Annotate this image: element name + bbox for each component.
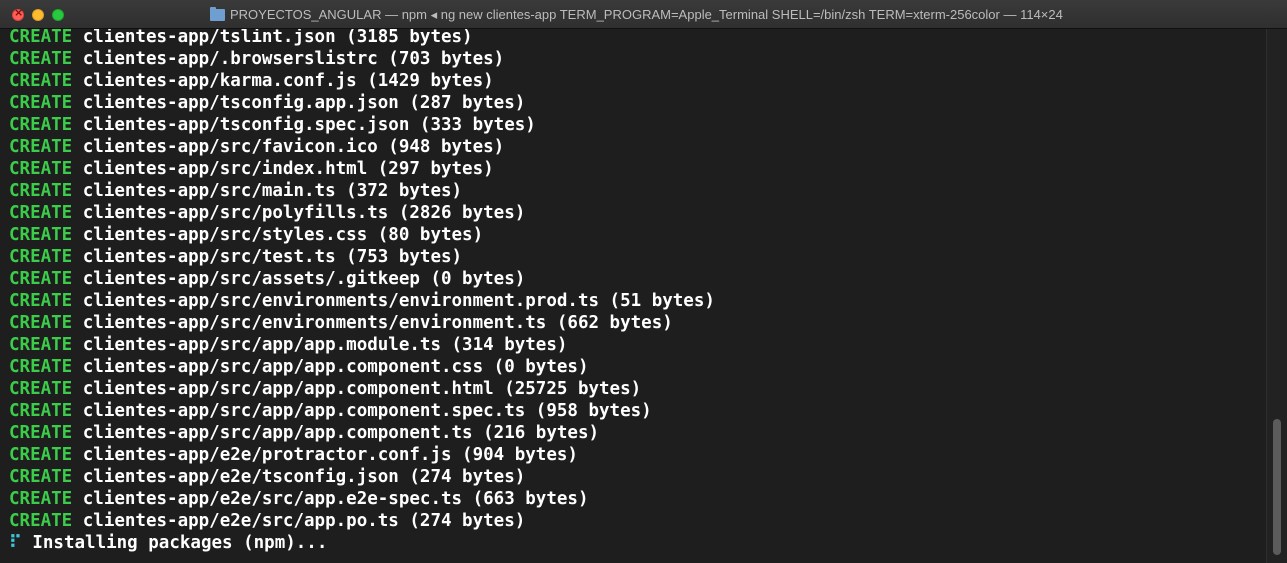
create-keyword: CREATE	[9, 291, 73, 311]
create-keyword: CREATE	[9, 467, 73, 487]
window-title: PROYECTOS_ANGULAR — npm ◂ ng new cliente…	[230, 7, 1063, 22]
terminal-line: CREATE clientes-app/src/assets/.gitkeep …	[9, 269, 525, 291]
window-title-group: PROYECTOS_ANGULAR — npm ◂ ng new cliente…	[210, 6, 1063, 24]
create-keyword: CREATE	[9, 29, 73, 47]
terminal-line: CREATE clientes-app/e2e/tsconfig.json (2…	[9, 467, 525, 489]
file-path-text: clientes-app/src/index.html (297 bytes)	[72, 159, 494, 179]
terminal-line: CREATE clientes-app/src/environments/env…	[9, 291, 715, 313]
file-path-text: clientes-app/e2e/src/app.e2e-spec.ts (66…	[72, 489, 589, 509]
close-window-button[interactable]	[12, 6, 24, 21]
file-path-text: clientes-app/tsconfig.app.json (287 byte…	[72, 93, 526, 113]
file-path-text: clientes-app/src/test.ts (753 bytes)	[72, 247, 463, 267]
create-keyword: CREATE	[9, 71, 73, 91]
scrollbar-thumb[interactable]	[1273, 419, 1281, 555]
create-keyword: CREATE	[9, 445, 73, 465]
terminal-line: CREATE clientes-app/src/polyfills.ts (28…	[9, 203, 525, 225]
create-keyword: CREATE	[9, 511, 73, 531]
terminal-line: CREATE clientes-app/tslint.json (3185 by…	[9, 29, 473, 49]
file-path-text: clientes-app/src/polyfills.ts (2826 byte…	[72, 203, 526, 223]
terminal-line: CREATE clientes-app/src/environments/env…	[9, 313, 673, 335]
create-keyword: CREATE	[9, 335, 73, 355]
file-path-text: clientes-app/src/styles.css (80 bytes)	[72, 225, 484, 245]
file-path-text: clientes-app/.browserslistrc (703 bytes)	[72, 49, 505, 69]
file-path-text: clientes-app/src/app/app.module.ts (314 …	[72, 335, 568, 355]
terminal-line: CREATE clientes-app/src/main.ts (372 byt…	[9, 181, 462, 203]
create-keyword: CREATE	[9, 423, 73, 443]
terminal-output[interactable]: CREATE clientes-app/tslint.json (3185 by…	[0, 29, 1266, 563]
create-keyword: CREATE	[9, 379, 73, 399]
install-status-line: ⠏ Installing packages (npm)...	[9, 533, 327, 555]
terminal-line: CREATE clientes-app/tsconfig.app.json (2…	[9, 93, 525, 115]
terminal-line: CREATE clientes-app/karma.conf.js (1429 …	[9, 71, 494, 93]
file-path-text: clientes-app/src/environments/environmen…	[72, 291, 715, 311]
vertical-scrollbar[interactable]	[1266, 29, 1287, 563]
terminal-line: CREATE clientes-app/src/index.html (297 …	[9, 159, 494, 181]
terminal-line: CREATE clientes-app/.browserslistrc (703…	[9, 49, 504, 71]
create-keyword: CREATE	[9, 93, 73, 113]
terminal-line: CREATE clientes-app/src/app/app.componen…	[9, 423, 599, 445]
create-keyword: CREATE	[9, 115, 73, 135]
create-keyword: CREATE	[9, 269, 73, 289]
create-keyword: CREATE	[9, 49, 73, 69]
create-keyword: CREATE	[9, 225, 73, 245]
file-path-text: clientes-app/tsconfig.spec.json (333 byt…	[72, 115, 536, 135]
terminal-line: CREATE clientes-app/e2e/protractor.conf.…	[9, 445, 578, 467]
create-keyword: CREATE	[9, 203, 73, 223]
file-path-text: clientes-app/src/environments/environmen…	[72, 313, 673, 333]
terminal-line: CREATE clientes-app/e2e/src/app.po.ts (2…	[9, 511, 525, 533]
terminal-line: CREATE clientes-app/src/app/app.module.t…	[9, 335, 567, 357]
maximize-window-button[interactable]	[52, 9, 64, 21]
create-keyword: CREATE	[9, 137, 73, 157]
file-path-text: clientes-app/src/assets/.gitkeep (0 byte…	[72, 269, 526, 289]
terminal-line: CREATE clientes-app/src/app/app.componen…	[9, 357, 588, 379]
spinner-icon: ⠏	[9, 533, 22, 553]
terminal-line: CREATE clientes-app/src/app/app.componen…	[9, 401, 652, 423]
title-bar[interactable]: PROYECTOS_ANGULAR — npm ◂ ng new cliente…	[0, 0, 1287, 29]
create-keyword: CREATE	[9, 489, 73, 509]
file-path-text: clientes-app/e2e/tsconfig.json (274 byte…	[72, 467, 526, 487]
create-keyword: CREATE	[9, 159, 73, 179]
file-path-text: clientes-app/src/app/app.component.spec.…	[72, 401, 652, 421]
create-keyword: CREATE	[9, 247, 73, 267]
create-keyword: CREATE	[9, 357, 73, 377]
folder-icon	[210, 7, 225, 21]
file-path-text: clientes-app/src/favicon.ico (948 bytes)	[72, 137, 505, 157]
file-path-text: clientes-app/e2e/src/app.po.ts (274 byte…	[72, 511, 526, 531]
file-path-text: clientes-app/tslint.json (3185 bytes)	[72, 29, 473, 47]
create-keyword: CREATE	[9, 181, 73, 201]
terminal-line: CREATE clientes-app/tsconfig.spec.json (…	[9, 115, 536, 137]
file-path-text: clientes-app/src/app/app.component.css (…	[72, 357, 589, 377]
terminal-line: CREATE clientes-app/src/app/app.componen…	[9, 379, 641, 401]
terminal-line: CREATE clientes-app/src/test.ts (753 byt…	[9, 247, 462, 269]
file-path-text: clientes-app/src/app/app.component.ts (2…	[72, 423, 600, 443]
file-path-text: clientes-app/karma.conf.js (1429 bytes)	[72, 71, 494, 91]
file-path-text: clientes-app/src/app/app.component.html …	[72, 379, 642, 399]
file-path-text: clientes-app/e2e/protractor.conf.js (904…	[72, 445, 578, 465]
create-keyword: CREATE	[9, 401, 73, 421]
install-status-text: Installing packages (npm)...	[21, 533, 328, 553]
terminal-line: CREATE clientes-app/e2e/src/app.e2e-spec…	[9, 489, 588, 511]
minimize-window-button[interactable]	[32, 9, 44, 21]
terminal-line: CREATE clientes-app/src/styles.css (80 b…	[9, 225, 483, 247]
terminal-window: PROYECTOS_ANGULAR — npm ◂ ng new cliente…	[0, 0, 1287, 563]
create-keyword: CREATE	[9, 313, 73, 333]
terminal-line: CREATE clientes-app/src/favicon.ico (948…	[9, 137, 504, 159]
file-path-text: clientes-app/src/main.ts (372 bytes)	[72, 181, 463, 201]
